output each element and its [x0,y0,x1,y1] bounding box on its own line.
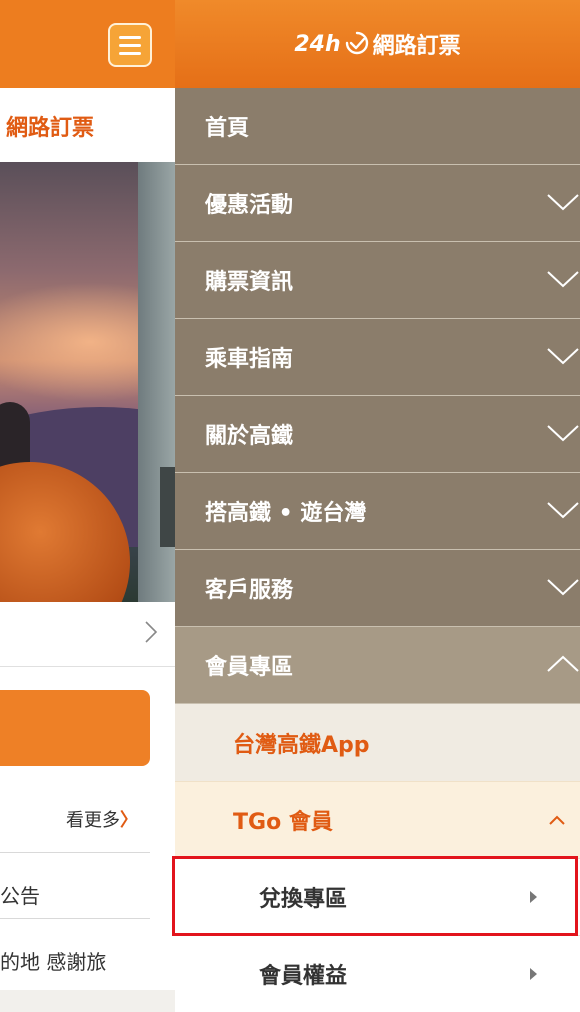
menu-item-label: 乘車指南 [205,347,294,372]
carousel-nav-row [0,602,175,667]
menu-item-label: 購票資訊 [205,270,294,295]
menu-item-label: 首頁 [205,116,250,141]
background-page: 網路訂票 看更多〉 公告 的地 感謝旅 [0,0,175,990]
menu-item-label: 客戶服務 [205,578,294,603]
triangle-right-icon [530,968,537,980]
notice-text[interactable]: 公告 [0,880,40,909]
submenu-item-tgo-member[interactable]: TGo 會員 [175,781,580,858]
background-orange-button[interactable] [0,690,150,766]
divider [0,918,150,919]
submenu-item-label: TGo 會員 [233,810,333,835]
hero-panel-tab [160,467,175,547]
hamburger-line [119,35,141,39]
menu-item-label: 優惠活動 [205,193,294,218]
drawer-header: 24h 網路訂票 [175,0,580,88]
menu-item-riding-guide[interactable]: 乘車指南 [175,319,580,396]
chevron-down-icon [547,579,579,596]
menu-item-travel-taiwan[interactable]: 搭高鐵 • 遊台灣 [175,473,580,550]
tgo-item-redemption[interactable]: 兌換專區 [175,858,580,935]
menu-item-label: 關於高鐵 [205,424,294,449]
chevron-up-icon [547,655,579,672]
chevron-up-icon [549,815,565,825]
chevron-right-icon[interactable] [144,620,158,644]
menu-item-member-area[interactable]: 會員專區 [175,627,580,704]
background-brand-text: 網路訂票 [6,116,95,141]
tgo-item-label: 會員權益 [259,964,348,989]
menu-item-about-thsr[interactable]: 關於高鐵 [175,396,580,473]
hamburger-line [119,43,141,47]
background-header [0,0,175,88]
menu-item-promotions[interactable]: 優惠活動 [175,165,580,242]
logo-24h: 24h [294,31,341,57]
background-brand-bar: 網路訂票 [0,88,175,163]
hero-banner-image[interactable] [0,162,175,602]
submenu-item-label: 台灣高鐵App [233,732,370,758]
main-menu: 首頁 優惠活動 購票資訊 乘車指南 關於高鐵 搭高鐵 • 遊台灣 客戶服務 會員… [175,88,580,1012]
tgo-item-member-benefits[interactable]: 會員權益 [175,935,580,1012]
chevron-down-icon [547,194,579,211]
see-more-chevron-icon: 〉 [120,810,138,831]
hero-panel-edge [138,162,175,602]
menu-item-customer-service[interactable]: 客戶服務 [175,550,580,627]
hamburger-line [119,51,141,55]
menu-item-home[interactable]: 首頁 [175,88,580,165]
navigation-drawer: 24h 網路訂票 首頁 優惠活動 購票資訊 乘車指南 關於高鐵 搭高鐵 • 遊台… [175,0,580,1012]
triangle-right-icon [530,891,537,903]
menu-item-label: 會員專區 [205,655,294,680]
chevron-down-icon [547,502,579,519]
logo-text: 網路訂票 [372,34,461,59]
divider [0,852,150,853]
chevron-down-icon [547,425,579,442]
chevron-down-icon [547,271,579,288]
menu-item-ticket-info[interactable]: 購票資訊 [175,242,580,319]
tgo-item-label: 兌換專區 [259,887,348,912]
clock-check-icon [345,31,368,55]
site-logo[interactable]: 24h 網路訂票 [294,28,460,60]
submenu-item-thsr-app[interactable]: 台灣高鐵App [175,704,580,781]
hamburger-menu-button[interactable] [108,23,152,67]
see-more-link[interactable]: 看更多〉 [66,806,138,832]
notice-line[interactable]: 的地 感謝旅 [0,946,106,975]
chevron-down-icon [547,348,579,365]
menu-item-label: 搭高鐵 • 遊台灣 [205,501,367,526]
see-more-label: 看更多 [66,810,120,831]
